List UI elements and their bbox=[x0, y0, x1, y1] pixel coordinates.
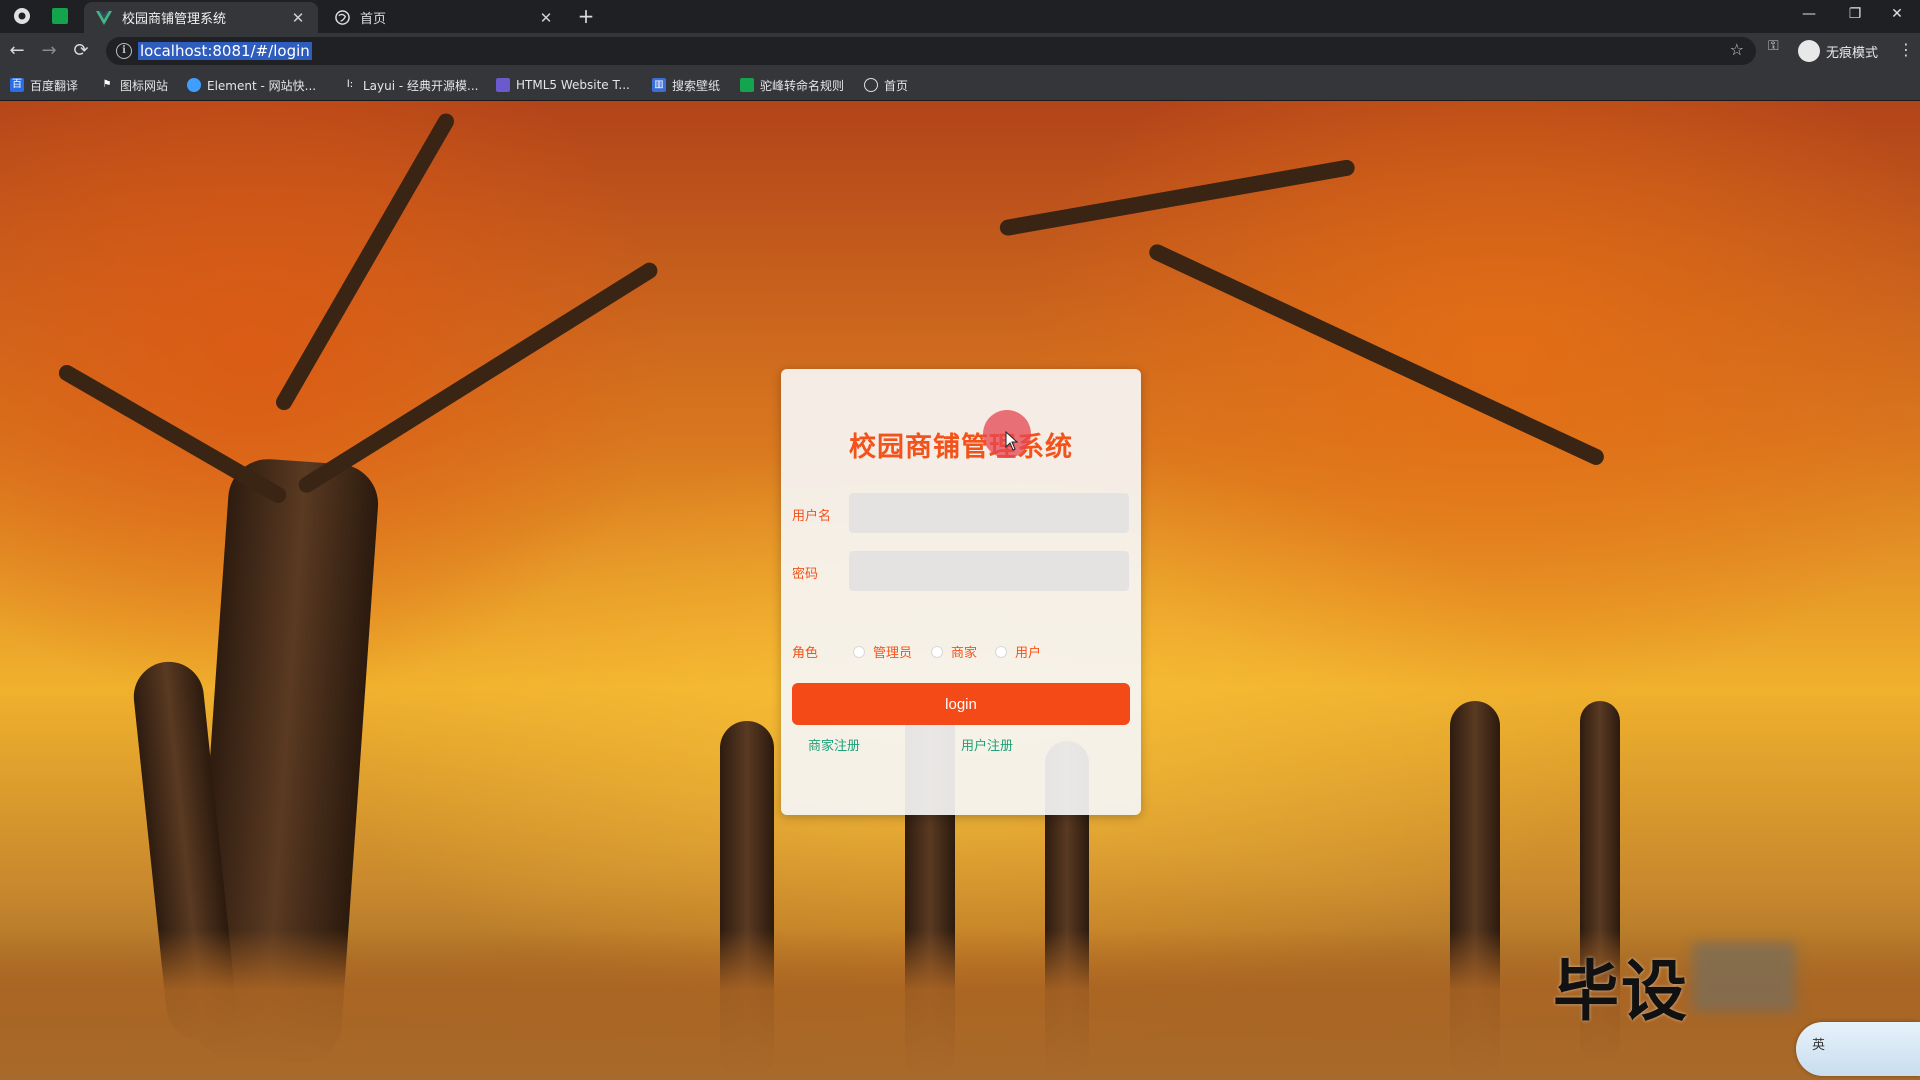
ime-indicator[interactable]: 英 bbox=[1796, 1022, 1920, 1076]
watermark-text: 毕设 bbox=[1553, 953, 1689, 1030]
bookmark-label: 搜索壁纸 bbox=[672, 78, 721, 93]
watermark-blur bbox=[1692, 942, 1796, 1012]
globe-icon bbox=[334, 10, 350, 26]
password-input[interactable] bbox=[849, 551, 1129, 591]
minimize-button[interactable]: — bbox=[1786, 0, 1832, 28]
browser-tab-strip: 校园商铺管理系统 ✕ 首页 ✕ + — ❐ ✕ bbox=[0, 0, 1920, 33]
username-label: 用户名 bbox=[792, 509, 832, 524]
camel-case-icon bbox=[740, 78, 754, 92]
role-label: 角色 bbox=[792, 646, 819, 661]
html5-template-icon bbox=[496, 78, 510, 92]
tree-branch bbox=[56, 362, 290, 506]
globe-icon bbox=[864, 78, 878, 92]
role-option-label: 商家 bbox=[951, 646, 978, 661]
bookmark-item[interactable]: ⚑ 图标网站 bbox=[100, 76, 169, 94]
bookmark-item[interactable]: HTML5 Website T... bbox=[496, 76, 630, 94]
tab-home[interactable]: 首页 ✕ bbox=[322, 2, 566, 33]
bookmark-label: 首页 bbox=[884, 78, 909, 93]
bookmark-label: Layui - 经典开源模... bbox=[363, 78, 479, 93]
radio-circle[interactable] bbox=[995, 645, 1007, 658]
radio-circle[interactable] bbox=[853, 645, 865, 658]
role-radio-admin[interactable]: 管理员 bbox=[853, 642, 912, 661]
page-background: 校园商铺管理系统 用户名 密码 角色 管理员 商家 用户 login 商家注册 … bbox=[0, 101, 1920, 1080]
mouse-pointer-icon bbox=[1005, 431, 1019, 451]
element-icon bbox=[187, 78, 201, 92]
bookmark-label: 百度翻译 bbox=[30, 78, 79, 93]
more-menu-icon[interactable]: ⋮ bbox=[1898, 40, 1914, 59]
browser-toolbar: ← → ⟳ i localhost:8081/#/login ☆ ⚿ 无痕模式 … bbox=[0, 33, 1920, 69]
role-option-label: 用户 bbox=[1015, 646, 1042, 661]
tree-branch bbox=[1146, 241, 1607, 468]
address-bar[interactable]: i localhost:8081/#/login ☆ bbox=[106, 37, 1756, 65]
layui-icon: l: bbox=[346, 79, 354, 90]
bookmark-item[interactable]: 百 百度翻译 bbox=[10, 76, 78, 94]
merchant-register-link[interactable]: 商家注册 bbox=[808, 735, 860, 754]
incognito-label[interactable]: 无痕模式 bbox=[1826, 42, 1878, 61]
tree-branch bbox=[998, 158, 1356, 237]
bookmark-item[interactable]: l: Layui - 经典开源模... bbox=[343, 76, 479, 94]
restore-button[interactable]: ❐ bbox=[1832, 0, 1878, 28]
url-text[interactable]: localhost:8081/#/login bbox=[138, 42, 312, 60]
bookmark-label: Element - 网站快... bbox=[207, 78, 317, 93]
flag-icon: ⚑ bbox=[102, 79, 112, 90]
password-label: 密码 bbox=[792, 567, 819, 582]
new-tab-button[interactable]: + bbox=[574, 5, 598, 29]
forward-icon[interactable]: → bbox=[37, 39, 61, 63]
wallpaper-icon: ▥ bbox=[652, 78, 666, 92]
bookmark-label: 图标网站 bbox=[120, 78, 169, 93]
username-input[interactable] bbox=[849, 493, 1129, 533]
site-info-icon[interactable]: i bbox=[116, 43, 132, 59]
key-icon[interactable]: ⚿ bbox=[1768, 38, 1779, 54]
pinned-tab-icon[interactable] bbox=[52, 8, 68, 24]
bookmark-star-icon[interactable]: ☆ bbox=[1730, 40, 1744, 59]
bookmark-label: HTML5 Website T... bbox=[516, 78, 630, 92]
login-card: 校园商铺管理系统 用户名 密码 角色 管理员 商家 用户 login 商家注册 … bbox=[781, 369, 1141, 815]
bookmarks-bar: 百 百度翻译 ⚑ 图标网站 Element - 网站快... l: Layui … bbox=[0, 69, 1920, 101]
close-icon[interactable]: ✕ bbox=[290, 10, 306, 26]
baidu-translate-icon: 百 bbox=[10, 78, 24, 92]
close-window-button[interactable]: ✕ bbox=[1874, 0, 1920, 28]
user-register-link[interactable]: 用户注册 bbox=[961, 735, 1013, 754]
role-radio-user[interactable]: 用户 bbox=[995, 642, 1041, 661]
role-option-label: 管理员 bbox=[873, 646, 913, 661]
back-icon[interactable]: ← bbox=[5, 39, 29, 63]
tab-title: 首页 bbox=[360, 12, 387, 27]
role-radio-merchant[interactable]: 商家 bbox=[931, 642, 977, 661]
login-button[interactable]: login bbox=[792, 683, 1130, 725]
incognito-avatar[interactable] bbox=[1798, 40, 1820, 62]
radio-circle[interactable] bbox=[931, 645, 943, 658]
reload-icon[interactable]: ⟳ bbox=[69, 39, 93, 63]
ime-mode-label: 英 bbox=[1812, 1038, 1826, 1053]
bookmark-label: 驼峰转命名规则 bbox=[760, 78, 845, 93]
vue-icon bbox=[96, 10, 112, 26]
bookmark-item[interactable]: Element - 网站快... bbox=[187, 76, 316, 94]
bookmark-item[interactable]: 首页 bbox=[864, 76, 908, 94]
tree-branch bbox=[273, 110, 457, 413]
tab-title: 校园商铺管理系统 bbox=[122, 12, 227, 27]
tab-campus-shop[interactable]: 校园商铺管理系统 ✕ bbox=[84, 2, 318, 33]
chrome-app-icon[interactable] bbox=[13, 7, 31, 25]
close-icon[interactable]: ✕ bbox=[538, 10, 554, 26]
bookmark-item[interactable]: 驼峰转命名规则 bbox=[740, 76, 844, 94]
login-title: 校园商铺管理系统 bbox=[849, 432, 1073, 463]
bookmark-item[interactable]: ▥ 搜索壁纸 bbox=[652, 76, 720, 94]
